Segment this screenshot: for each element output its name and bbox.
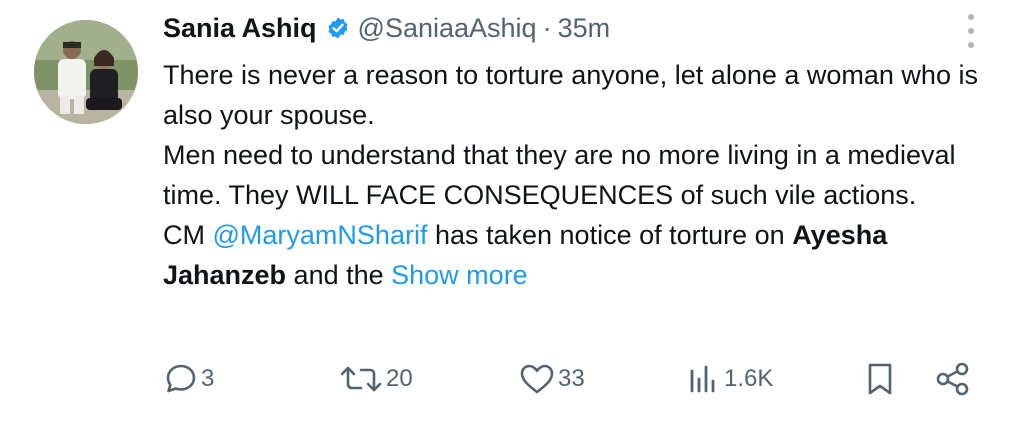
views-icon [686, 361, 722, 397]
avatar[interactable] [34, 20, 138, 124]
like-count: 33 [558, 365, 585, 392]
mention-link[interactable]: @MaryamNSharif [213, 220, 428, 250]
like-button[interactable]: 33 [518, 356, 585, 402]
tweet-text-suffix: and the [286, 260, 392, 290]
tweet-body: There is never a reason to torture anyon… [163, 55, 993, 295]
repost-button[interactable]: 20 [338, 356, 413, 402]
verified-badge-icon [326, 16, 350, 40]
bookmark-icon [862, 361, 898, 397]
show-more-link[interactable]: Show more [391, 260, 528, 290]
views-count: 1.6K [724, 365, 774, 392]
action-bar: 3 20 33 1.6K [0, 356, 1024, 402]
like-icon [518, 361, 556, 397]
tweet-paragraph-3: CM @MaryamNSharif has taken notice of to… [163, 215, 993, 295]
share-icon [934, 361, 972, 397]
share-button[interactable] [934, 356, 972, 402]
separator-dot: · [542, 12, 552, 43]
timestamp[interactable]: 35m [558, 13, 611, 44]
author-name[interactable]: Sania Ashiq [163, 13, 317, 44]
tweet-paragraph-1: There is never a reason to torture anyon… [163, 60, 978, 130]
more-options-icon[interactable] [960, 14, 982, 48]
repost-count: 20 [386, 365, 413, 392]
author-handle[interactable]: @SaniaaAshiq [358, 13, 537, 44]
tweet-text-mid: has taken notice of torture on [427, 220, 793, 250]
tweet-header: Sania Ashiq @SaniaaAshiq · 35m [163, 10, 610, 46]
views-button[interactable]: 1.6K [686, 356, 773, 402]
reply-icon [163, 361, 199, 397]
repost-icon [338, 361, 384, 397]
reply-button[interactable]: 3 [163, 356, 214, 402]
tweet-paragraph-2: Men need to understand that they are no … [163, 140, 956, 210]
reply-count: 3 [201, 365, 215, 392]
cm-prefix: CM [163, 220, 213, 250]
bookmark-button[interactable] [862, 356, 898, 402]
